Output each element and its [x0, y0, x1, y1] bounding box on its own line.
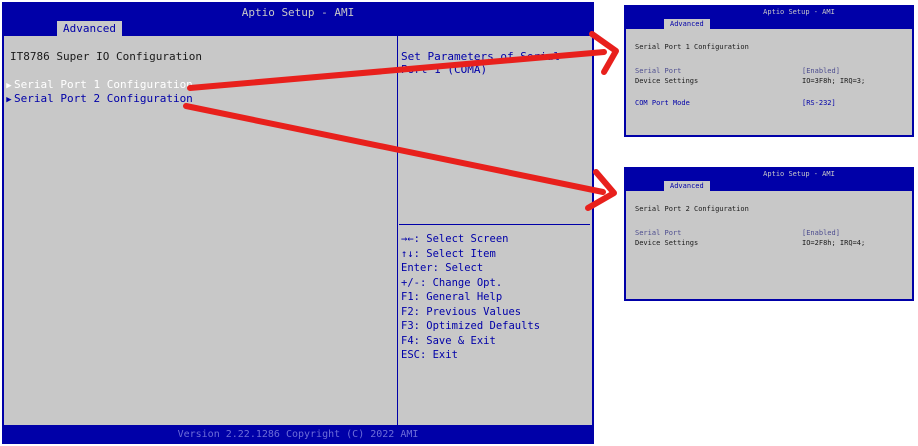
tab-advanced[interactable]: Advanced — [664, 19, 710, 29]
key-hint: F1: General Help — [401, 291, 503, 303]
inset-heading: Serial Port 2 Configuration — [635, 205, 749, 213]
inset-panel: Serial Port 2 Configuration Serial Port … — [626, 191, 912, 299]
serial-port-2-inset: Aptio Setup - AMI Advanced Serial Port 2… — [624, 167, 914, 301]
help-pane: Set Parameters of Serial Port 1 (COMA) →… — [399, 36, 592, 425]
key-hint: Enter: Select — [401, 262, 484, 274]
setting-label: Serial Port — [635, 67, 682, 75]
pane-divider — [397, 36, 398, 425]
key-hint: →←: Select Screen — [401, 233, 509, 245]
menu-item-serial-port-2[interactable]: ▶ Serial Port 2 Configuration — [4, 92, 193, 105]
inset-panel: Serial Port 1 Configuration Serial Port … — [626, 29, 912, 135]
setup-panel: IT8786 Super IO Configuration ▶ Serial Po… — [4, 36, 592, 425]
setting-label: Device Settings — [635, 239, 699, 247]
window-title: Aptio Setup - AMI — [241, 6, 355, 19]
menu-item-serial-port-1[interactable]: ▶ Serial Port 1 Configuration — [4, 78, 193, 91]
submenu-arrow-icon: ▶ — [6, 81, 12, 91]
key-hint: F4: Save & Exit — [401, 334, 496, 347]
setting-label: COM Port Mode — [635, 99, 690, 107]
bios-window: Aptio Setup - AMI Advanced IT8786 Super … — [2, 2, 594, 444]
setting-label: Serial Port — [635, 229, 682, 237]
setting-value: IO=2F8h; IRQ=4; — [802, 239, 866, 247]
tab-advanced[interactable]: Advanced — [664, 181, 710, 191]
setting-label: Device Settings — [635, 77, 699, 85]
inset-title: Aptio Setup - AMI — [763, 170, 835, 178]
submenu-arrow-icon: ▶ — [6, 95, 12, 105]
title-bar: Aptio Setup - AMI Advanced — [2, 2, 594, 36]
menu-item-label: Serial Port 1 Configuration — [14, 78, 193, 91]
menu-pane: IT8786 Super IO Configuration ▶ Serial Po… — [4, 36, 397, 425]
key-hint: ESC: Exit — [401, 349, 458, 361]
help-divider — [399, 224, 590, 225]
tab-advanced[interactable]: Advanced — [57, 21, 122, 36]
help-text: Set Parameters of Serial Port 1 (COMA) — [401, 50, 560, 76]
page-title: IT8786 Super IO Configuration — [10, 50, 203, 63]
setting-value: [RS-232] — [802, 99, 836, 107]
serial-port-1-inset: Aptio Setup - AMI Advanced Serial Port 1… — [624, 5, 914, 137]
inset-heading: Serial Port 1 Configuration — [635, 43, 749, 51]
setting-value: [Enabled] — [802, 229, 840, 237]
key-hint: F3: Optimized Defaults — [401, 320, 541, 332]
key-hint: ↑↓: Select Item — [401, 247, 496, 260]
key-hint: F2: Previous Values — [401, 305, 522, 318]
key-hint: +/-: Change Opt. — [401, 276, 503, 289]
version-footer: Version 2.22.1286 Copyright (C) 2022 AMI — [177, 429, 419, 440]
setting-value: [Enabled] — [802, 67, 840, 75]
menu-item-label: Serial Port 2 Configuration — [14, 92, 193, 105]
setting-value: IO=3F8h; IRQ=3; — [802, 77, 866, 85]
key-legend: →←: Select Screen ↑↓: Select Item Enter:… — [401, 232, 540, 363]
inset-title: Aptio Setup - AMI — [763, 8, 835, 16]
